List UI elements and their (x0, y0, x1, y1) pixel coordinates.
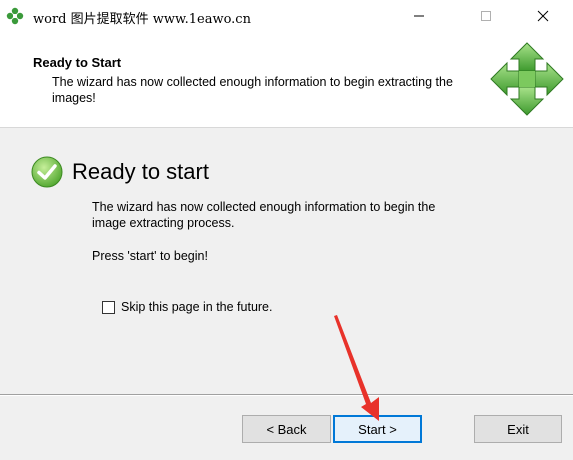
title-bar: word 图片提取软件 www.1eawo.cn (0, 0, 573, 32)
checkmark-icon (31, 156, 63, 188)
window-title: word 图片提取软件 www.1eawo.cn (33, 12, 251, 27)
back-button[interactable]: < Back (242, 415, 331, 443)
header-title: Ready to Start (33, 55, 122, 70)
exit-button[interactable]: Exit (474, 415, 562, 443)
app-icon (6, 7, 24, 25)
skip-page-option[interactable]: Skip this page in the future. (102, 299, 272, 315)
move-arrows-icon (490, 42, 564, 116)
close-icon (537, 10, 549, 22)
wizard-content: Ready to start The wizard has now collec… (0, 128, 573, 394)
instruction-text: Press 'start' to begin! (92, 249, 208, 263)
header-description: The wizard has now collected enough info… (52, 75, 453, 105)
minimize-icon (414, 15, 424, 17)
page-title: Ready to start (72, 159, 209, 184)
wizard-header: Ready to Start The wizard has now collec… (0, 32, 573, 128)
divider-highlight (0, 395, 573, 396)
minimize-button[interactable] (396, 0, 442, 32)
maximize-icon (481, 11, 491, 21)
skip-checkbox[interactable] (102, 300, 115, 314)
start-button[interactable]: Start > (333, 415, 422, 443)
maximize-button[interactable] (463, 0, 509, 32)
info-text: The wizard has now collected enough info… (92, 200, 436, 230)
skip-checkbox-label[interactable]: Skip this page in the future. (121, 300, 272, 314)
close-button[interactable] (520, 0, 566, 32)
